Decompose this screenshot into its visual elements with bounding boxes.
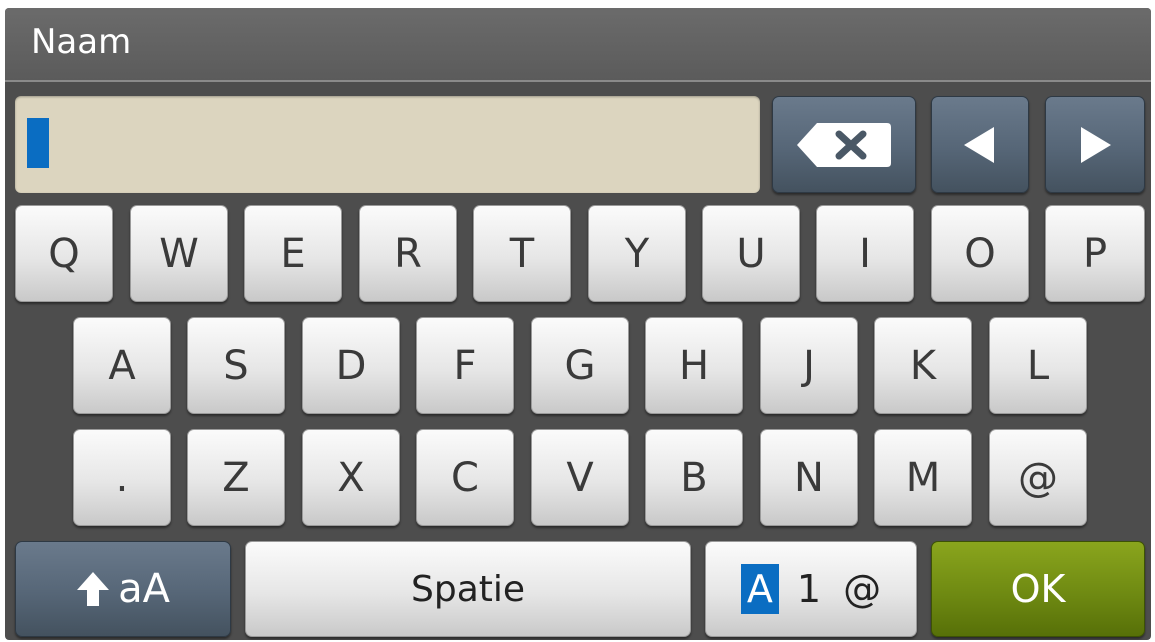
arrow-left-icon [964, 126, 994, 163]
mode-symbols: @ [843, 567, 882, 611]
key-t[interactable]: T [473, 205, 571, 302]
mode-numbers: 1 [796, 567, 822, 611]
key-y[interactable]: Y [588, 205, 686, 302]
key-e[interactable]: E [244, 205, 342, 302]
key-q[interactable]: Q [15, 205, 113, 302]
key-z[interactable]: Z [187, 429, 285, 526]
key-period[interactable]: . [73, 429, 171, 526]
shift-label: aA [118, 566, 170, 612]
mode-letters: A [740, 564, 779, 614]
key-x[interactable]: X [302, 429, 400, 526]
key-s[interactable]: S [187, 317, 285, 414]
key-j[interactable]: J [760, 317, 858, 414]
cursor-right-button[interactable] [1045, 96, 1145, 193]
key-r[interactable]: R [359, 205, 457, 302]
cursor-left-button[interactable] [931, 96, 1029, 193]
key-b[interactable]: B [645, 429, 743, 526]
key-v[interactable]: V [531, 429, 629, 526]
key-h[interactable]: H [645, 317, 743, 414]
arrow-right-icon [1081, 126, 1111, 163]
title-bar: Naam [5, 8, 1151, 82]
space-label: Spatie [410, 568, 526, 610]
space-button[interactable]: Spatie [245, 541, 691, 637]
key-at[interactable]: @ [989, 429, 1087, 526]
key-m[interactable]: M [874, 429, 972, 526]
key-p[interactable]: P [1045, 205, 1145, 302]
key-a[interactable]: A [73, 317, 171, 414]
key-g[interactable]: G [531, 317, 629, 414]
key-l[interactable]: L [989, 317, 1087, 414]
ok-label: OK [1010, 567, 1066, 611]
key-u[interactable]: U [702, 205, 800, 302]
keyboard-screen: Naam Q W E R T Y U I O P A S D F G H J K… [5, 8, 1151, 640]
shift-arrow-icon [77, 572, 110, 606]
key-c[interactable]: C [416, 429, 514, 526]
name-input[interactable] [15, 96, 760, 193]
backspace-button[interactable] [772, 96, 916, 193]
key-n[interactable]: N [760, 429, 858, 526]
input-mode-button[interactable]: A 1 @ [705, 541, 917, 637]
key-k[interactable]: K [874, 317, 972, 414]
ok-button[interactable]: OK [931, 541, 1145, 637]
key-o[interactable]: O [931, 205, 1029, 302]
key-i[interactable]: I [816, 205, 914, 302]
text-cursor [27, 118, 49, 168]
key-f[interactable]: F [416, 317, 514, 414]
backspace-icon [797, 122, 891, 167]
key-w[interactable]: W [130, 205, 228, 302]
key-d[interactable]: D [302, 317, 400, 414]
page-title: Naam [31, 22, 132, 62]
shift-button[interactable]: aA [15, 541, 231, 637]
